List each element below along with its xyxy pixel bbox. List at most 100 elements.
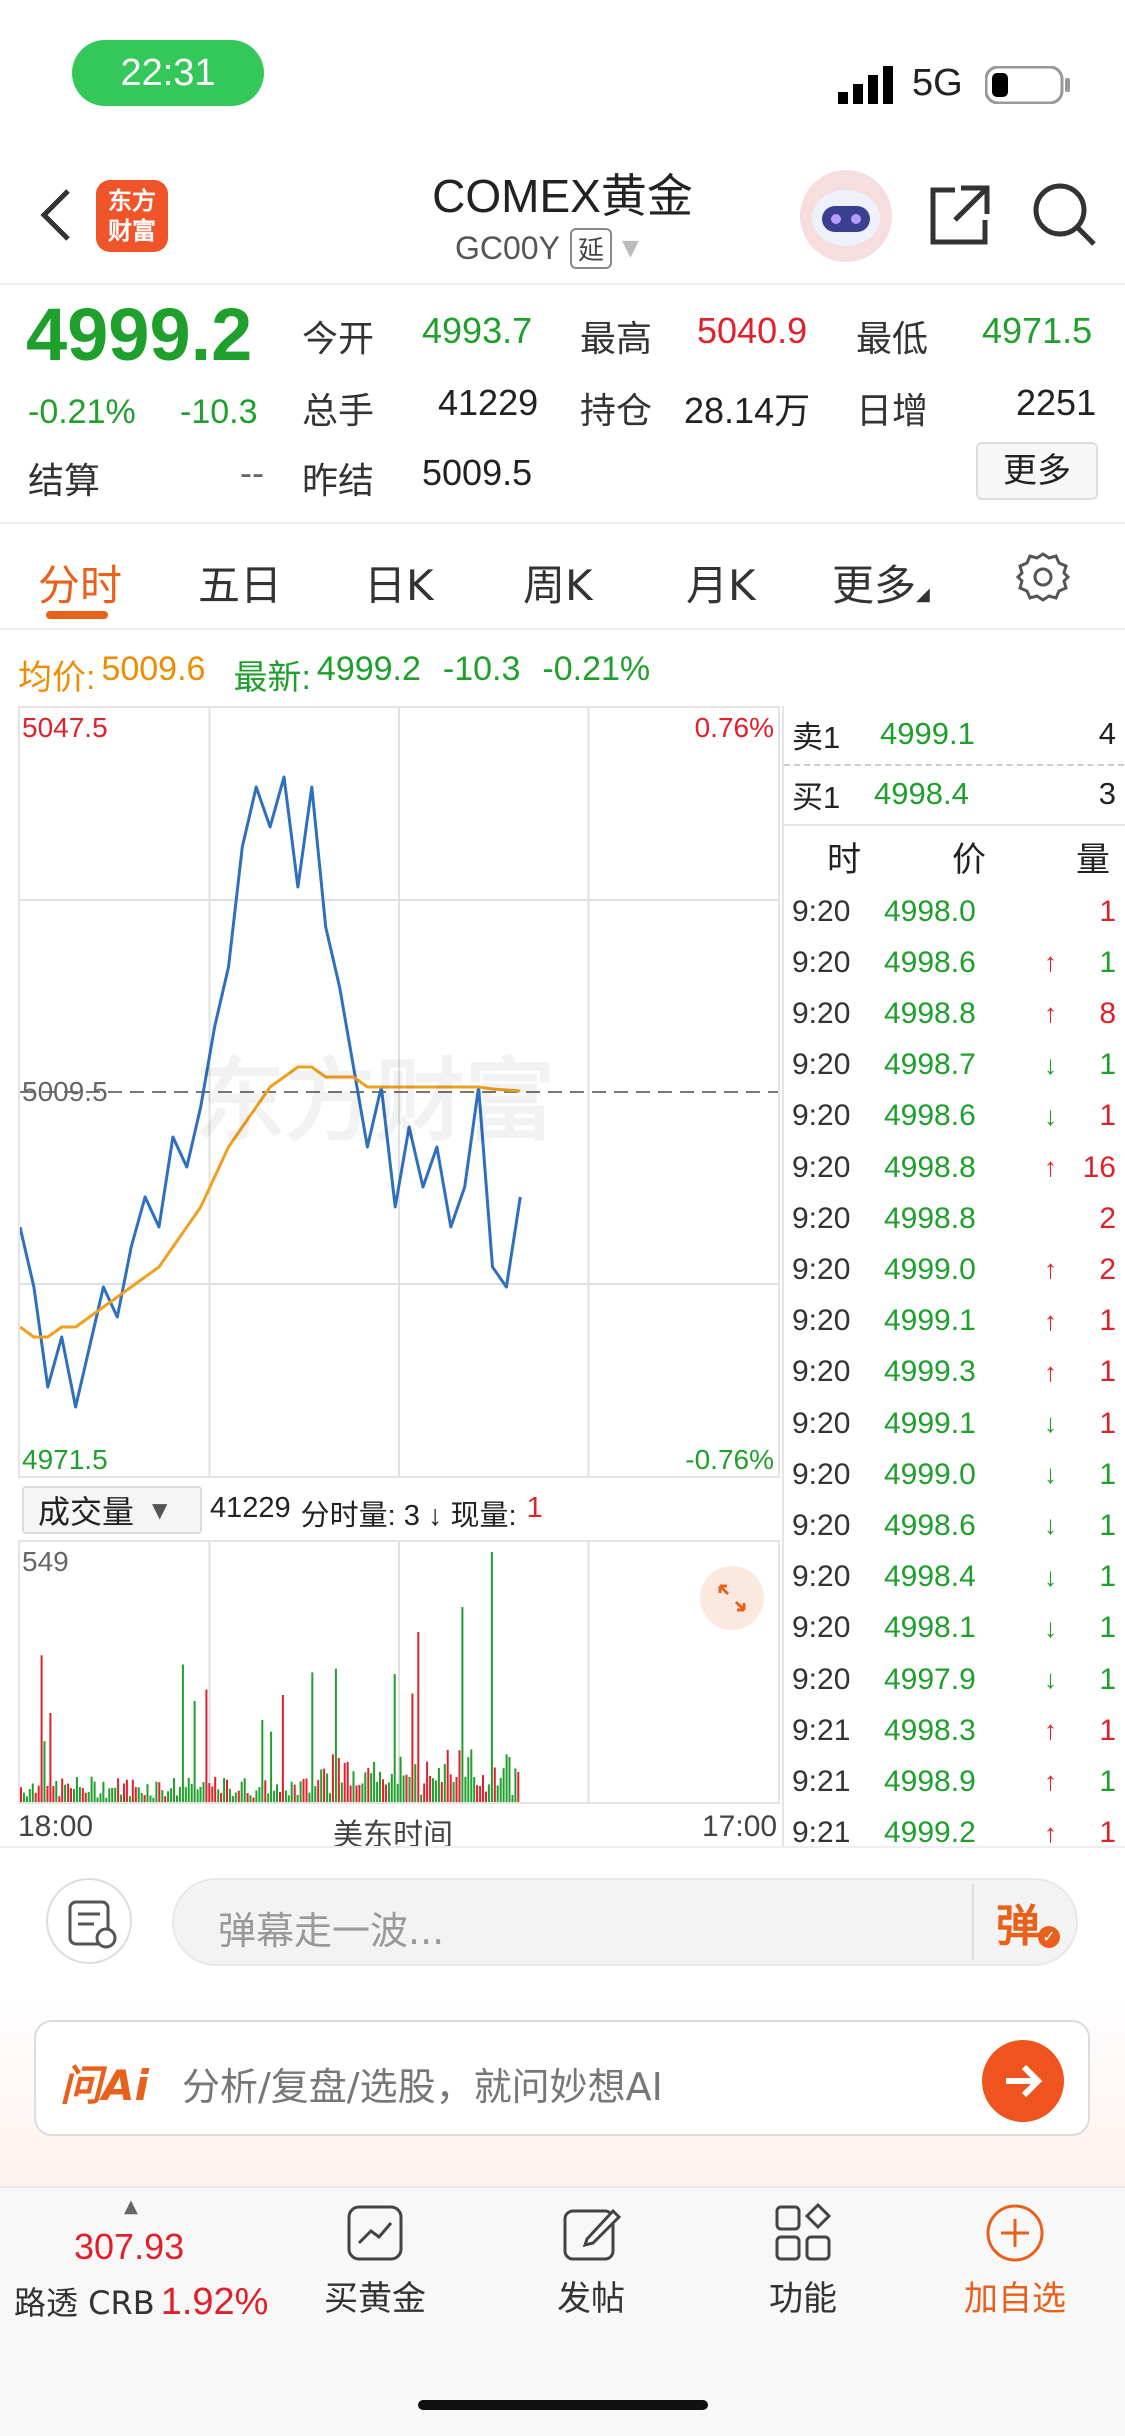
volume-bar — [396, 1783, 399, 1802]
volume-selector[interactable]: 成交量 ▼ — [22, 1486, 202, 1534]
high-label: 最高 — [580, 319, 653, 360]
volume-bar — [25, 1796, 28, 1802]
volume-bar — [505, 1754, 508, 1802]
volume-bar — [437, 1768, 440, 1802]
volume-bar — [464, 1776, 467, 1802]
danmu-button[interactable]: 弹 ✓ — [996, 1890, 1066, 1956]
volume-bar — [90, 1776, 93, 1802]
volume-bar — [134, 1787, 137, 1802]
chart-top-price: 5047.5 — [22, 712, 108, 743]
trade-price: 4999.1 — [884, 1406, 976, 1440]
prev-settle-value: 5009.5 — [422, 452, 533, 493]
expand-icon[interactable] — [700, 1566, 764, 1630]
volume-bar — [390, 1774, 393, 1802]
volume-bar — [355, 1785, 358, 1802]
tab-intraday[interactable]: 分时 — [38, 552, 122, 613]
volume-bar — [346, 1761, 349, 1802]
volume-bar — [240, 1781, 243, 1802]
danmu-placeholder: 弹幕走一波... — [218, 1909, 445, 1953]
nav-post[interactable]: 发帖 — [534, 2195, 648, 2320]
index-pct: 1.92% — [160, 2281, 269, 2323]
danmu-divider — [972, 1884, 974, 1960]
tab-monthly-k[interactable]: 月K — [686, 552, 756, 613]
trade-row: 9:21 4998.3 ↑ 1 — [784, 1705, 1124, 1756]
last-price: 4999.2 — [26, 293, 253, 376]
volume-bar — [402, 1775, 405, 1802]
index-ticker[interactable]: 路透 CRB 1.92% — [14, 2278, 268, 2324]
chart-mid-price: 5009.5 — [22, 1076, 108, 1107]
tab-5day[interactable]: 五日 — [198, 552, 282, 613]
trade-row: 9:20 4999.0 ↓ 1 — [784, 1449, 1124, 1500]
chart-bottom-pct: -0.76% — [685, 1444, 774, 1475]
trade-time: 9:20 — [792, 1457, 851, 1491]
index-value[interactable]: 307.93 — [74, 2226, 184, 2268]
volume-bar — [382, 1779, 384, 1802]
trades-list: 9:20 4998.0 1 9:20 4998.6 ↑ 1 9:20 4998.8 ↑ 8 9:20 4… — [784, 886, 1125, 1850]
comment-list-button[interactable] — [46, 1878, 132, 1964]
volume-bar — [502, 1768, 505, 1802]
volume-bar — [331, 1754, 334, 1802]
volume-bar — [184, 1787, 187, 1802]
trade-arrow: ↑ — [1044, 1254, 1057, 1285]
trade-row: 9:20 4998.6 ↑ 1 — [784, 937, 1124, 988]
trade-time: 9:20 — [792, 1048, 851, 1082]
share-icon[interactable] — [925, 180, 995, 250]
prev-settle-label: 昨结 — [302, 461, 375, 502]
latest-pct: -0.21% — [542, 650, 651, 688]
volume-bar — [52, 1786, 55, 1802]
volume-bar — [170, 1788, 173, 1802]
trade-volume: 1 — [1099, 1713, 1116, 1747]
trade-volume: 1 — [1099, 1611, 1116, 1645]
tab-daily-k[interactable]: 日K — [364, 552, 434, 613]
volume-bar — [455, 1777, 458, 1802]
contract-code-row[interactable]: GC00Y 延 ▼ — [455, 228, 639, 269]
ai-input[interactable]: 问Ai 分析/复盘/选股，就问妙想AI — [34, 2020, 1090, 2136]
volume-chart[interactable]: 549 — [18, 1540, 780, 1804]
ai-go-arrow-icon[interactable] — [982, 2040, 1064, 2122]
volume-bar — [40, 1655, 43, 1802]
search-icon[interactable] — [1030, 180, 1100, 250]
price-chart[interactable]: 东方财富 5047.5 0.76% 5009.5 4971.5 -0.76% — [18, 706, 780, 1478]
volume-bar — [246, 1793, 249, 1802]
volume-bar — [205, 1689, 208, 1802]
danmu-input[interactable]: 弹幕走一波... 弹 ✓ — [172, 1878, 1078, 1966]
trade-time: 9:20 — [792, 996, 851, 1030]
trade-price: 4999.1 — [884, 1304, 976, 1338]
chart-section-divider — [0, 1846, 1125, 1848]
trade-arrow: ↑ — [1044, 1152, 1057, 1182]
volume-bar — [158, 1782, 161, 1802]
more-button[interactable]: 更多 — [976, 442, 1098, 500]
settings-gear-icon[interactable] — [1015, 550, 1071, 604]
volume-value: 41229 — [438, 382, 539, 423]
robot-avatar-icon[interactable] — [800, 170, 892, 262]
trade-row: 9:20 4999.1 ↑ 1 — [784, 1296, 1124, 1347]
ask-label: 卖1 — [792, 719, 841, 755]
volume-bar — [34, 1792, 37, 1802]
bid-volume: 3 — [1098, 776, 1116, 811]
tab-more[interactable]: 更多◢ — [832, 552, 930, 613]
home-indicator — [418, 2400, 708, 2410]
volume-bar — [467, 1757, 470, 1802]
trade-price: 4998.3 — [884, 1713, 976, 1747]
trade-time: 9:20 — [792, 1662, 851, 1696]
trade-volume: 1 — [1099, 1457, 1116, 1491]
volume-bar — [423, 1783, 426, 1802]
tab-weekly-k[interactable]: 周K — [523, 552, 593, 613]
trade-row: 9:20 4998.8 ↑ 16 — [784, 1142, 1124, 1193]
volume-bar — [393, 1674, 396, 1802]
nav-add-watchlist[interactable]: 加自选 — [950, 2195, 1080, 2320]
nav-functions[interactable]: 功能 — [746, 2195, 860, 2320]
volume-bar — [432, 1778, 434, 1802]
volume-bar — [125, 1779, 128, 1802]
trade-time: 9:20 — [792, 1201, 851, 1235]
volume-bar — [473, 1777, 476, 1802]
nav-buy-gold[interactable]: 买黄金 — [318, 2195, 432, 2320]
volume-bar — [452, 1782, 455, 1802]
trade-volume: 1 — [1099, 1662, 1116, 1696]
volume-bar — [228, 1788, 231, 1802]
trade-price: 4998.4 — [884, 1560, 976, 1594]
trade-time: 9:20 — [792, 1150, 851, 1184]
volume-bar — [443, 1764, 446, 1802]
trade-volume: 1 — [1099, 1355, 1116, 1389]
volume-bar — [208, 1783, 211, 1802]
